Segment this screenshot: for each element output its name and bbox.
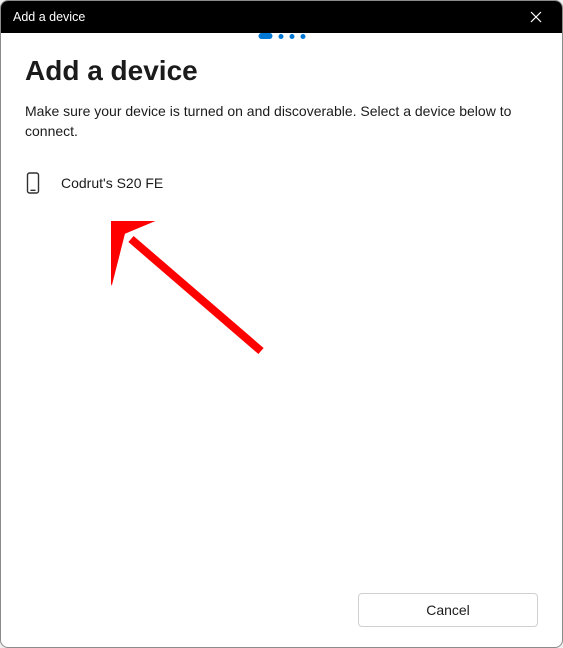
dialog-content: Add a device Make sure your device is tu… bbox=[1, 33, 562, 647]
page-title: Add a device bbox=[25, 55, 538, 87]
add-device-dialog: Add a device Add a device Make sure your… bbox=[0, 0, 563, 648]
phone-icon bbox=[25, 172, 41, 194]
titlebar: Add a device bbox=[1, 1, 562, 33]
device-list: Codrut's S20 FE bbox=[25, 166, 538, 593]
close-button[interactable] bbox=[514, 1, 558, 33]
instruction-text: Make sure your device is turned on and d… bbox=[25, 101, 538, 142]
device-item[interactable]: Codrut's S20 FE bbox=[25, 166, 538, 200]
dialog-footer: Cancel bbox=[25, 593, 538, 631]
titlebar-title: Add a device bbox=[13, 10, 85, 24]
device-name-label: Codrut's S20 FE bbox=[61, 175, 163, 191]
close-icon bbox=[530, 11, 542, 23]
cancel-button[interactable]: Cancel bbox=[358, 593, 538, 627]
